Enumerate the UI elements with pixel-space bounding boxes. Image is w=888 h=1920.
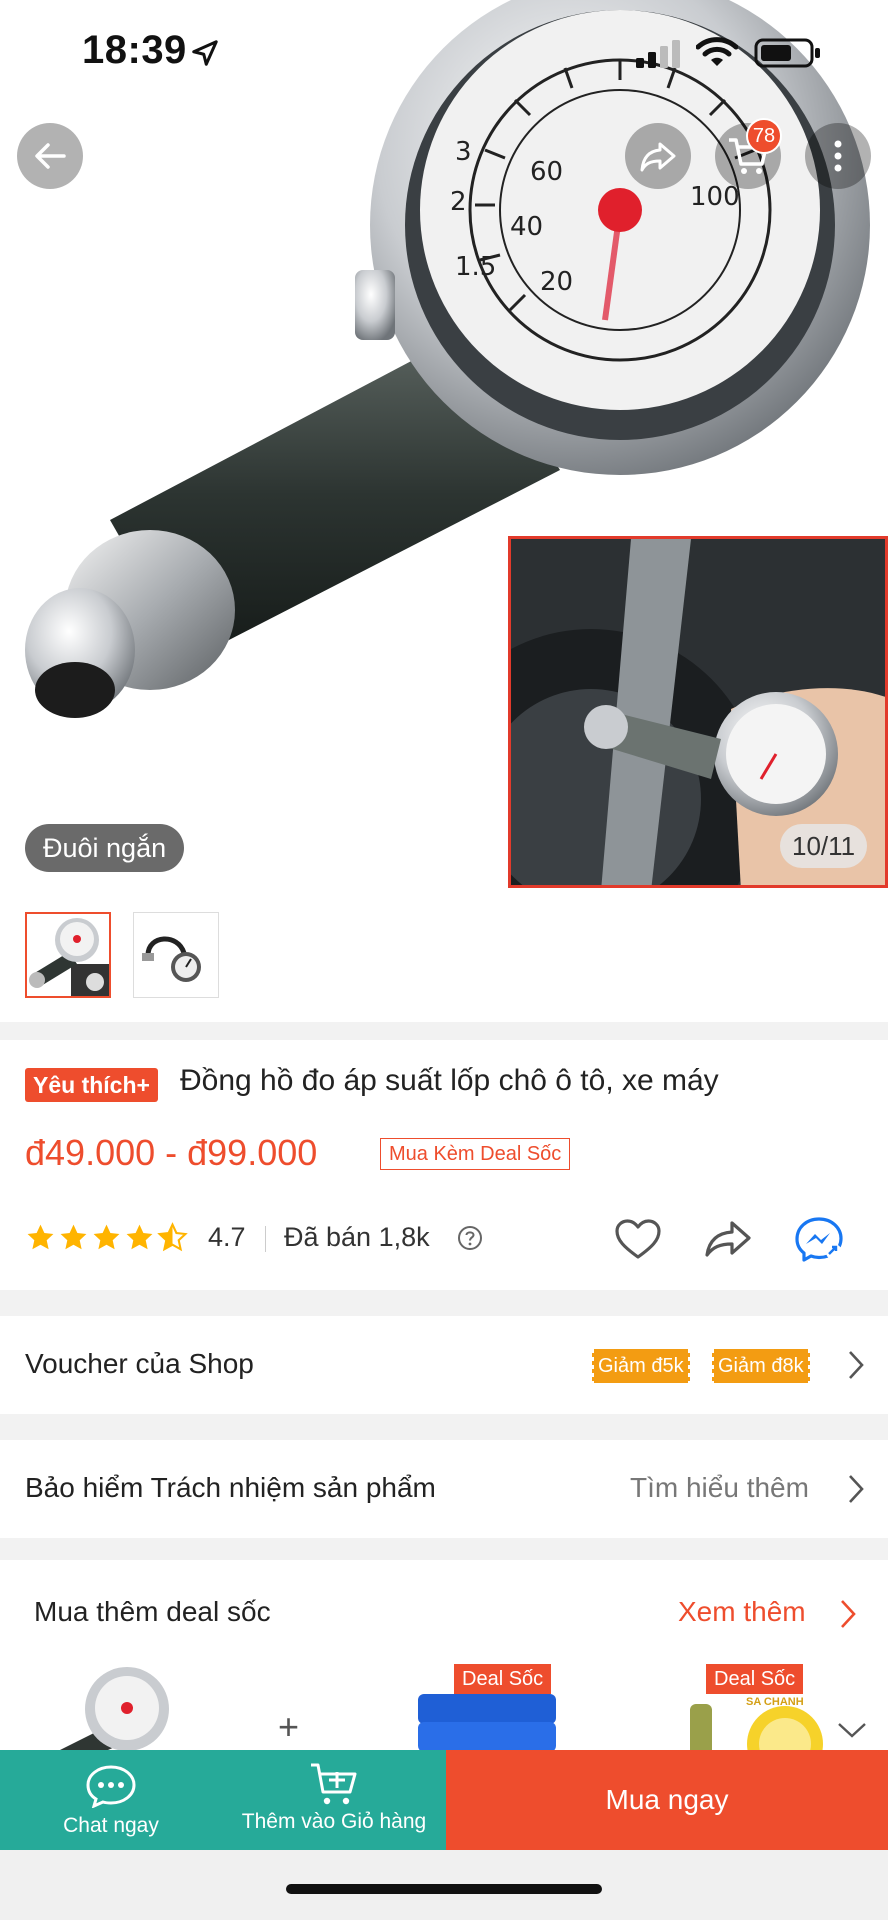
location-arrow-icon bbox=[192, 40, 218, 66]
more-options-button[interactable] bbox=[805, 123, 871, 189]
insurance-row[interactable]: Bảo hiểm Trách nhiệm sản phẩm Tìm hiểu t… bbox=[0, 1440, 888, 1538]
section-divider bbox=[0, 1538, 888, 1560]
rating-stars bbox=[25, 1222, 188, 1253]
insurance-row-label: Bảo hiểm Trách nhiệm sản phẩm bbox=[25, 1472, 436, 1503]
chat-now-label: Chat ngay bbox=[63, 1814, 159, 1837]
arrow-left-icon bbox=[35, 143, 66, 169]
svg-text:2: 2 bbox=[450, 187, 467, 217]
messenger-icon[interactable] bbox=[794, 1216, 844, 1262]
deal-tag[interactable]: Mua Kèm Deal Sốc bbox=[380, 1138, 571, 1170]
share-arrow-icon bbox=[640, 142, 676, 172]
more-vertical-icon bbox=[834, 140, 842, 172]
product-image-gallery[interactable]: 20 40 60 100 1.5 2 3 18:39 78 Đuôi ngắn … bbox=[0, 0, 888, 888]
rating-divider bbox=[265, 1226, 266, 1252]
chat-now-button[interactable]: Chat ngay bbox=[0, 1750, 222, 1850]
bottom-action-bar: Chat ngay Thêm vào Giỏ hàng Mua ngay bbox=[0, 1750, 888, 1850]
svg-text:1.5: 1.5 bbox=[455, 252, 496, 282]
status-bar: 18:39 bbox=[0, 0, 888, 100]
thumbnail-long-hose[interactable] bbox=[133, 912, 219, 998]
chevron-down-icon[interactable] bbox=[836, 1720, 868, 1740]
section-divider bbox=[0, 1290, 888, 1316]
star-full-icon bbox=[93, 1224, 120, 1250]
learn-more-link[interactable]: Tìm hiểu thêm bbox=[630, 1472, 809, 1504]
plus-sign: + bbox=[278, 1706, 300, 1747]
variant-label: Đuôi ngắn bbox=[25, 824, 185, 872]
wifi-icon bbox=[696, 37, 738, 66]
cellular-signal-icon bbox=[636, 40, 680, 68]
share-icon[interactable] bbox=[704, 1218, 752, 1260]
deal-soc-label: Deal Sốc bbox=[454, 1664, 552, 1694]
voucher-chip[interactable]: Giảm đ8k bbox=[710, 1349, 812, 1383]
add-to-cart-label: Thêm vào Giỏ hàng bbox=[241, 1810, 427, 1833]
svg-text:100: 100 bbox=[690, 182, 740, 212]
star-half-icon bbox=[157, 1222, 188, 1252]
chevron-right-icon[interactable] bbox=[838, 1598, 858, 1630]
star-full-icon bbox=[60, 1224, 87, 1250]
share-button[interactable] bbox=[625, 123, 691, 189]
see-more-link[interactable]: Xem thêm bbox=[678, 1596, 806, 1628]
buy-now-button[interactable]: Mua ngay bbox=[446, 1750, 888, 1850]
voucher-row-label: Voucher của Shop bbox=[25, 1348, 254, 1379]
svg-text:3: 3 bbox=[455, 137, 472, 167]
add-to-cart-button[interactable]: Thêm vào Giỏ hàng bbox=[222, 1750, 446, 1850]
help-icon[interactable] bbox=[457, 1225, 483, 1251]
home-indicator[interactable] bbox=[286, 1884, 602, 1894]
svg-text:60: 60 bbox=[530, 157, 563, 187]
heart-icon[interactable] bbox=[614, 1218, 662, 1260]
product-title: Đồng hồ đo áp suất lốp chô ô tô, xe máy bbox=[180, 1064, 719, 1097]
add-to-cart-icon bbox=[311, 1763, 357, 1805]
chevron-right-icon bbox=[849, 1475, 864, 1503]
rating-value: 4.7 bbox=[208, 1222, 246, 1252]
thumbnail-strip bbox=[0, 888, 888, 1022]
star-full-icon bbox=[27, 1224, 54, 1250]
sold-count: Đã bán 1,8k bbox=[284, 1222, 430, 1252]
back-button[interactable] bbox=[17, 123, 83, 189]
chevron-right-icon bbox=[849, 1351, 864, 1379]
shop-voucher-row[interactable]: Voucher của Shop Giảm đ5k Giảm đ8k bbox=[0, 1316, 888, 1414]
section-divider bbox=[0, 1414, 888, 1440]
star-full-icon bbox=[126, 1224, 153, 1250]
add-on-deals-section: Mua thêm deal sốc Xem thêm + Deal Sốc De… bbox=[0, 1560, 888, 1750]
product-price: đ49.000 - đ99.000 bbox=[25, 1132, 318, 1173]
status-time: 18:39 bbox=[82, 28, 187, 72]
chat-bubble-icon bbox=[86, 1765, 136, 1808]
cart-count-badge: 78 bbox=[746, 118, 782, 154]
favorite-plus-badge: Yêu thích+ bbox=[25, 1068, 158, 1102]
battery-icon bbox=[754, 38, 820, 68]
svg-text:20: 20 bbox=[540, 267, 573, 297]
deal-item-brand-text: SA CHANH bbox=[746, 1696, 804, 1708]
svg-text:40: 40 bbox=[510, 212, 543, 242]
thumbnail-short-tail[interactable] bbox=[25, 912, 111, 998]
image-page-counter: 10/11 bbox=[780, 824, 868, 868]
deals-title: Mua thêm deal sốc bbox=[34, 1596, 271, 1627]
section-divider bbox=[0, 1022, 888, 1040]
voucher-chip[interactable]: Giảm đ5k bbox=[590, 1349, 692, 1383]
deal-soc-label: Deal Sốc bbox=[706, 1664, 804, 1694]
product-info: Yêu thích+ Đồng hồ đo áp suất lốp chô ô … bbox=[0, 1040, 888, 1290]
deal-item-main-product[interactable] bbox=[22, 1664, 172, 1750]
